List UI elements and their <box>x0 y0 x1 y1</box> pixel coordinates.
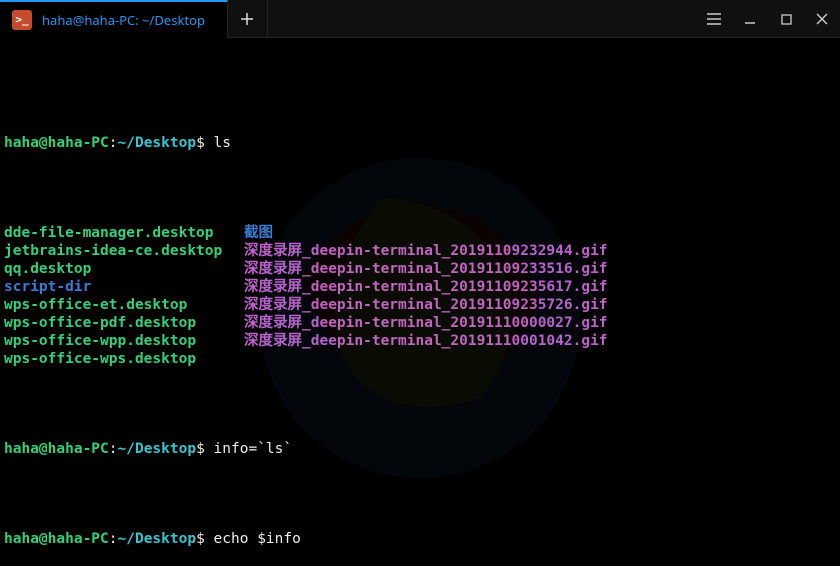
command-text: info=`ls` <box>214 441 293 457</box>
ls-entry: 深度录屏_deepin-terminal_20191109235617.gif <box>244 278 608 296</box>
prompt-cwd: ~/Desktop <box>118 135 197 151</box>
ls-row: dde-file-manager.desktop截图 <box>4 224 836 242</box>
minimize-button[interactable] <box>732 0 768 38</box>
ls-entry: 深度录屏_deepin-terminal_20191110001042.gif <box>244 332 608 350</box>
ls-entry: script-dir <box>4 278 244 296</box>
prompt-line: haha@haha-PC:~/Desktop$ info=`ls` <box>4 440 836 458</box>
prompt-line: haha@haha-PC:~/Desktop$ echo $info <box>4 530 836 548</box>
terminal-area[interactable]: haha@haha-PC:~/Desktop$ ls dde-file-mana… <box>0 38 840 566</box>
window-controls <box>696 0 840 38</box>
ls-entry: jetbrains-idea-ce.desktop <box>4 242 244 260</box>
command-text: echo $info <box>214 531 301 547</box>
ls-entry: 深度录屏_deepin-terminal_20191110000027.gif <box>244 314 608 332</box>
prompt-line: haha@haha-PC:~/Desktop$ ls <box>4 134 836 152</box>
command-text: ls <box>214 135 231 151</box>
ls-row: wps-office-wpp.desktop深度录屏_deepin-termin… <box>4 332 836 350</box>
ls-entry: qq.desktop <box>4 260 244 278</box>
tab-title: haha@haha-PC: ~/Desktop <box>42 11 215 29</box>
new-tab-button[interactable] <box>228 0 268 38</box>
ls-output: dde-file-manager.desktop截图jetbrains-idea… <box>4 224 836 368</box>
titlebar: >_ haha@haha-PC: ~/Desktop <box>0 0 840 38</box>
ls-entry: dde-file-manager.desktop <box>4 224 244 242</box>
ls-entry: 深度录屏_deepin-terminal_20191109235726.gif <box>244 296 608 314</box>
ls-row: wps-office-wps.desktop <box>4 350 836 368</box>
ls-row: script-dir深度录屏_deepin-terminal_201911092… <box>4 278 836 296</box>
ls-row: wps-office-et.desktop深度录屏_deepin-termina… <box>4 296 836 314</box>
ls-entry: 深度录屏_deepin-terminal_20191109232944.gif <box>244 242 608 260</box>
terminal-icon: >_ <box>12 10 32 30</box>
menu-button[interactable] <box>696 0 732 38</box>
ls-row: jetbrains-idea-ce.desktop深度录屏_deepin-ter… <box>4 242 836 260</box>
ls-entry: wps-office-et.desktop <box>4 296 244 314</box>
ls-entry: 深度录屏_deepin-terminal_20191109233516.gif <box>244 260 608 278</box>
ls-row: wps-office-pdf.desktop深度录屏_deepin-termin… <box>4 314 836 332</box>
ls-entry: 截图 <box>244 224 273 242</box>
ls-entry: wps-office-pdf.desktop <box>4 314 244 332</box>
ls-entry: wps-office-wps.desktop <box>4 350 244 368</box>
ls-row: qq.desktop深度录屏_deepin-terminal_201911092… <box>4 260 836 278</box>
maximize-button[interactable] <box>768 0 804 38</box>
prompt-user-host: haha@haha-PC <box>4 135 109 151</box>
ls-entry: wps-office-wpp.desktop <box>4 332 244 350</box>
close-button[interactable] <box>804 0 840 38</box>
terminal-tab[interactable]: >_ haha@haha-PC: ~/Desktop <box>0 0 228 38</box>
